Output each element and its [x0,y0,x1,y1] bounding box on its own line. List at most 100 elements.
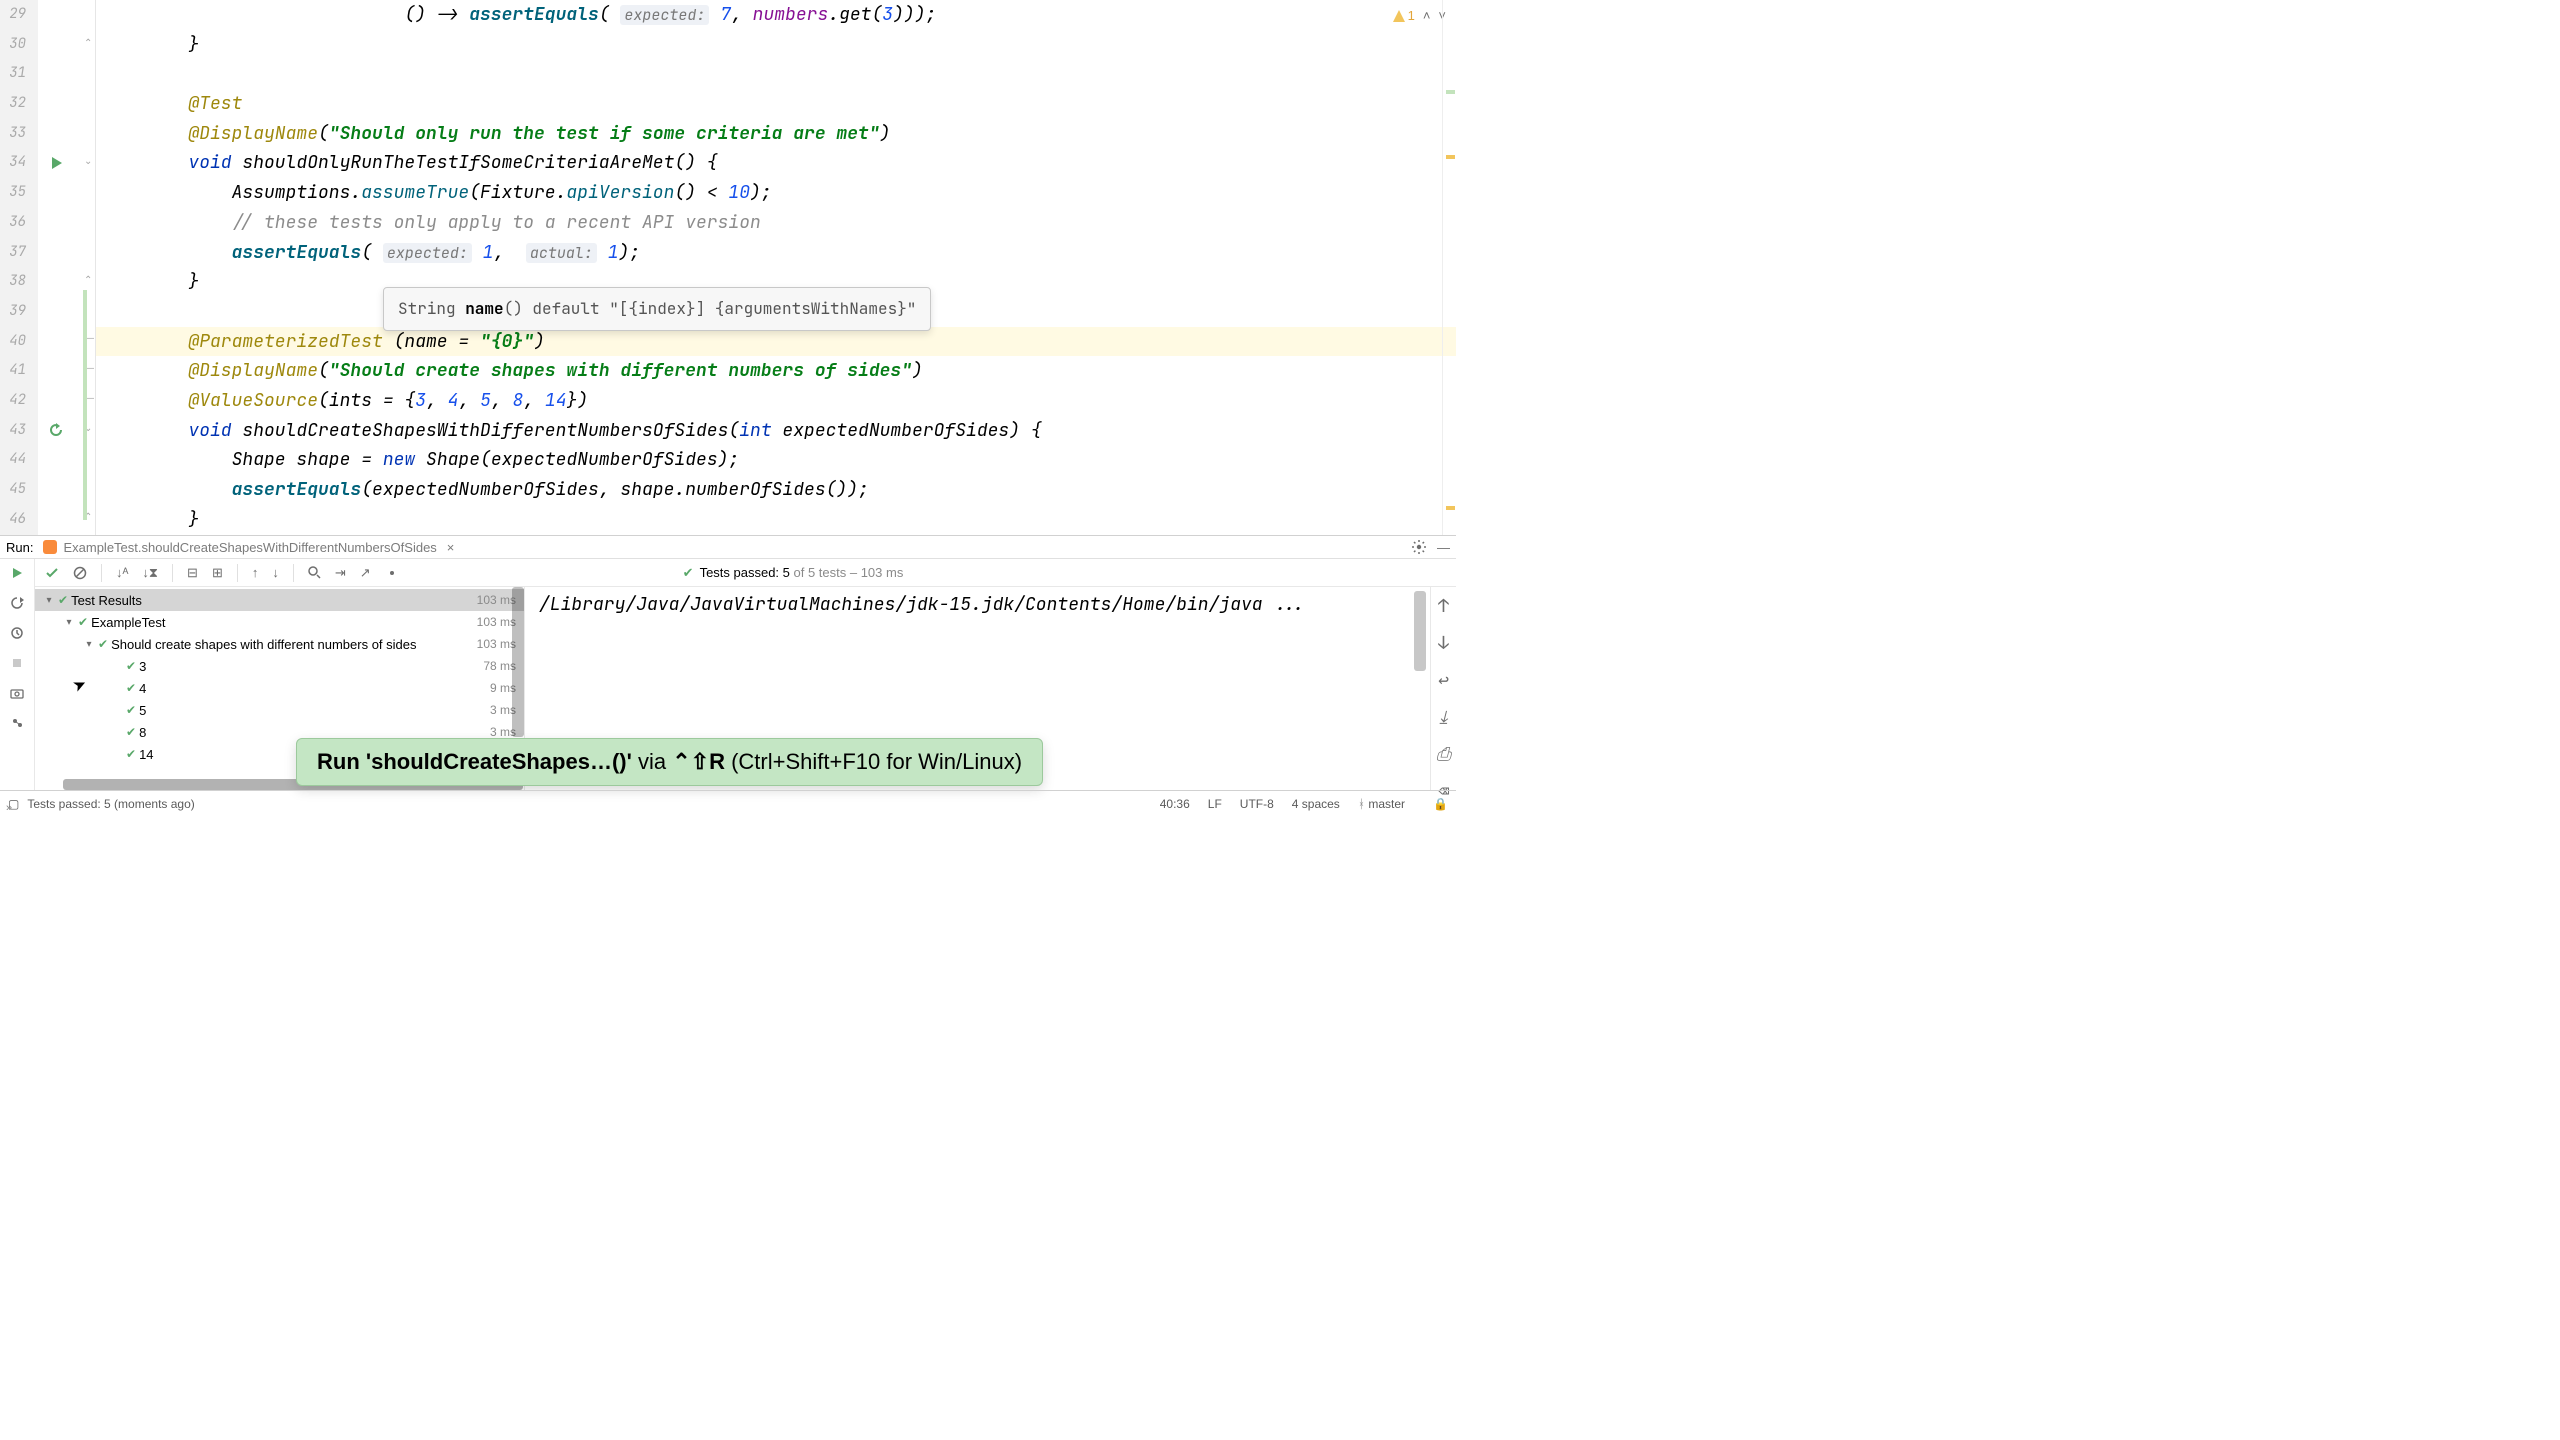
tree-label: ExampleTest [91,615,477,630]
line-number[interactable]: 46 [0,505,34,535]
prev-icon[interactable]: ↑ [252,565,259,580]
tooltip-text: () default "[{index}] {argumentsWithName… [504,298,917,319]
encoding[interactable]: UTF-8 [1240,797,1274,811]
tree-label: Test Results [71,593,477,608]
line-sep[interactable]: LF [1208,797,1222,811]
fold-icon[interactable]: ⌄ [84,156,96,168]
parameter-info-tooltip: String name() default "[{index}] {argume… [383,287,931,331]
close-tab-icon[interactable]: × [447,540,455,555]
pass-icon: ✔ [126,659,136,673]
hint-alt: (Ctrl+Shift+F10 for Win/Linux) [725,749,1022,774]
line-number[interactable]: 44 [0,445,34,475]
line-number[interactable]: 29 [0,0,34,30]
expand-all-icon[interactable]: ⊟ [187,565,198,581]
more-icon[interactable]: » [6,802,12,814]
pass-icon: ✔ [126,747,136,761]
line-number[interactable]: 43 [0,416,34,446]
lock-icon[interactable]: 🔒 [1433,797,1448,811]
chevron-down-icon[interactable]: ▾ [63,617,75,628]
run-header: Run: ExampleTest.shouldCreateShapesWithD… [0,536,1456,559]
line-number[interactable]: 30 [0,30,34,60]
line-number[interactable]: 34 [0,148,34,178]
line-number[interactable]: 32 [0,89,34,119]
scrollbar-vertical[interactable] [1414,591,1426,671]
tree-label: Should create shapes with different numb… [111,637,477,652]
down-icon[interactable]: ↓ [1438,632,1449,655]
rerun-test-gutter-icon[interactable] [48,422,64,438]
tree-result[interactable]: ✔ 5 3 ms [35,699,524,721]
tree-class[interactable]: ▾ ✔ ExampleTest 103 ms [35,611,524,633]
pass-icon: ✔ [98,637,108,651]
tree-result[interactable]: ✔ 3 78 ms [35,655,524,677]
line-number[interactable]: 39 [0,297,34,327]
tree-method[interactable]: ▾ ✔ Should create shapes with different … [35,633,524,655]
scroll-end-icon[interactable]: ⤓ [1440,706,1448,729]
status-bar: ▢ Tests passed: 5 (moments ago) 40:36 LF… [0,790,1456,816]
run-label: Run: [6,540,33,555]
line-number[interactable]: 41 [0,356,34,386]
export-icon[interactable]: ↗ [360,565,371,581]
show-ignored-icon[interactable] [73,566,87,580]
import-icon[interactable]: ⇥ [335,565,346,581]
sort-alpha-icon[interactable]: ↓ᴬ [116,565,128,580]
error-stripe[interactable] [1442,0,1456,535]
search-icon[interactable] [308,566,321,579]
hint-mid: via [632,749,672,774]
analyze-icon[interactable] [9,715,25,731]
shortcut-hint-popup: Run 'shouldCreateShapes…()' via ⌃⇧R (Ctr… [296,738,1043,786]
minimize-icon[interactable]: — [1437,540,1450,555]
run-config-name: ExampleTest.shouldCreateShapesWithDiffer… [63,540,436,555]
tree-result[interactable]: ✔ 4 9 ms [35,677,524,699]
rerun-icon[interactable] [9,595,25,611]
pass-icon: ✔ [78,615,88,629]
run-test-gutter-icon[interactable] [50,156,64,170]
gutter-icon-area: ⌃ ⌄ ⌃ — — — ⌄ ⌃ [38,0,96,535]
scrollbar-vertical[interactable] [512,587,524,737]
line-number[interactable]: 36 [0,208,34,238]
chevron-down-icon[interactable]: ▾ [43,595,55,606]
chevron-up-icon[interactable]: ˄ [1423,8,1431,23]
tree-root[interactable]: ▾ ✔ Test Results 103 ms [35,589,524,611]
line-number-gutter: 29 30 31 32 33 34 35 36 37 38 39 40 41 4… [0,0,38,535]
line-number[interactable]: 45 [0,475,34,505]
show-passed-icon[interactable] [45,566,59,580]
chevron-down-icon[interactable]: ▾ [83,639,95,650]
settings-icon[interactable] [1411,539,1427,555]
line-number[interactable]: 31 [0,59,34,89]
toggle-auto-test-icon[interactable] [9,625,25,641]
run-config-tab[interactable]: ExampleTest.shouldCreateShapesWithDiffer… [43,540,454,555]
vcs-change-stripe[interactable] [83,290,87,520]
tooltip-text: String [398,298,465,319]
sort-duration-icon[interactable]: ↓⧗ [142,565,158,581]
gear-icon[interactable] [385,566,399,580]
stop-icon[interactable] [9,655,25,671]
console-right-toolbar: ↑ ↓ ↩ ⤓ ⎙ ⌫ [1430,587,1456,790]
collapse-all-icon[interactable]: ⊞ [212,565,223,581]
camera-icon[interactable] [9,685,25,701]
indent[interactable]: 4 spaces [1292,797,1340,811]
run-left-toolbar [0,559,35,790]
console-line: /Library/Java/JavaVirtualMachines/jdk-15… [539,593,1306,616]
line-number[interactable]: 42 [0,386,34,416]
soft-wrap-icon[interactable]: ↩ [1438,669,1449,692]
up-icon[interactable]: ↑ [1438,595,1449,618]
git-branch[interactable]: ᚼ master [1358,797,1405,811]
line-number[interactable]: 38 [0,267,34,297]
fold-icon[interactable]: ⌃ [84,38,96,50]
print-icon[interactable]: ⎙ [1436,743,1450,766]
code-area[interactable]: () -> assertEquals( expected: 7, numbers… [96,0,1456,535]
line-number[interactable]: 37 [0,238,34,268]
caret-position[interactable]: 40:36 [1160,797,1190,811]
line-number[interactable]: 35 [0,178,34,208]
editor-inspection-widget[interactable]: 1 ˄ ˅ [1392,8,1446,23]
tree-label: 3 [139,659,483,674]
pass-icon: ✔ [126,681,136,695]
pass-icon: ✔ [58,593,68,607]
line-number[interactable]: 33 [0,119,34,149]
line-number[interactable]: 40 [0,327,34,357]
warning-icon[interactable]: 1 [1392,8,1415,23]
hint-action: Run 'shouldCreateShapes…()' [317,749,632,774]
run-icon[interactable] [9,565,25,581]
next-icon[interactable]: ↓ [272,565,279,580]
fold-icon[interactable]: ⌃ [84,275,96,287]
